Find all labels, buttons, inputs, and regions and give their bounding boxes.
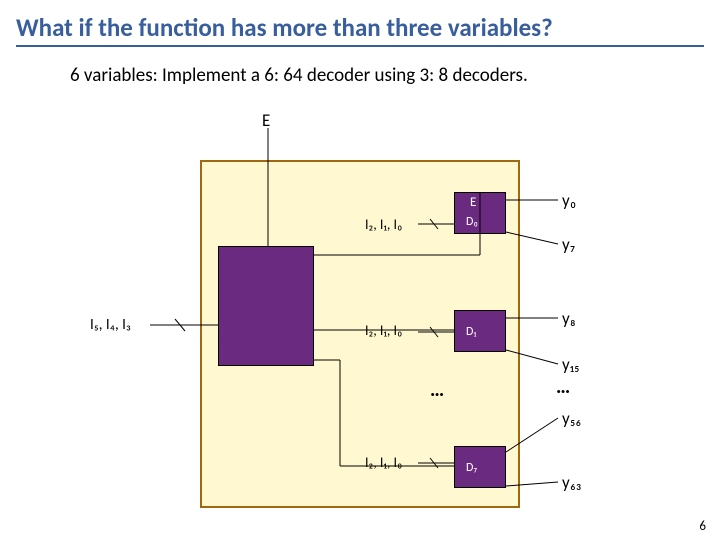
sub-decoder-ellipsis: … [430,378,444,402]
output-y15: y₁₅ [562,354,580,375]
subtitle: 6 variables: Implement a 6: 64 decoder u… [70,64,528,87]
sub-decoder-d0 [454,192,506,234]
output-y56: y₅₆ [562,408,581,429]
sub-d1-inputs: I₂, I₁, I₀ [365,322,403,339]
sub-d7-inputs: I₂, I₁, I₀ [365,454,403,471]
sub-d0-id: D₀ [466,215,478,229]
sub-d0-enable-label: E [470,195,476,210]
enable-label: E [262,110,270,131]
output-y8: y₈ [562,308,576,329]
sub-d7-id: D₇ [466,461,477,475]
output-ellipsis: … [556,375,570,399]
sub-decoder-d7 [454,446,506,488]
output-y7: y₇ [562,234,575,255]
sub-d0-inputs: I₂, I₁, I₀ [365,216,403,233]
output-y0: y₀ [562,190,576,211]
input-high-bits: I₅, I₄, I₃ [90,316,131,334]
sub-decoder-d1 [454,310,506,352]
page-title: What if the function has more than three… [16,12,704,47]
sub-d1-id: D₁ [466,325,476,339]
main-3to8-decoder [218,246,314,366]
output-y63: y₆₃ [562,472,581,493]
page-number: 6 [699,519,706,534]
